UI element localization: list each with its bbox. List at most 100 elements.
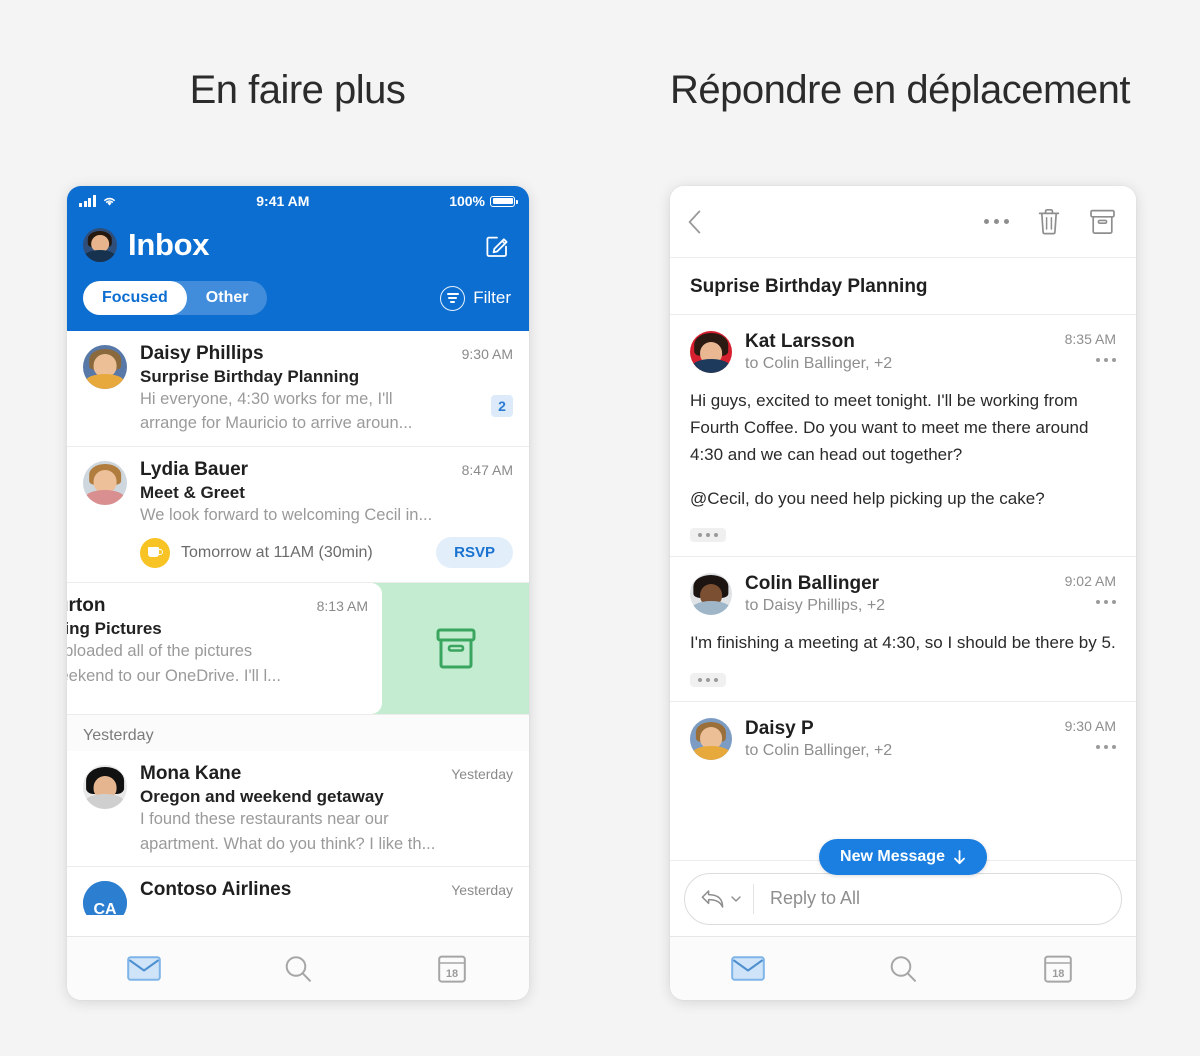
- avatar: CA: [83, 881, 127, 916]
- tab-focused[interactable]: Focused: [83, 281, 187, 315]
- tab-mail[interactable]: [670, 956, 825, 981]
- filter-button[interactable]: Filter: [440, 285, 511, 311]
- tab-search[interactable]: [825, 954, 980, 984]
- preview-line-2: ast weekend to our OneDrive. I'll l...: [67, 666, 281, 685]
- coffee-meeting-icon: [140, 537, 170, 568]
- search-icon: [285, 955, 311, 982]
- mail-icon: [127, 956, 161, 981]
- avatar: [690, 718, 732, 761]
- expand-quoted-text-icon[interactable]: [690, 528, 726, 543]
- archive-icon[interactable]: [1089, 209, 1116, 235]
- timestamp: 8:47 AM: [461, 461, 513, 478]
- tab-mail[interactable]: [67, 956, 221, 981]
- trash-icon[interactable]: [1037, 208, 1061, 235]
- recipients: to Colin Ballinger, +2: [745, 742, 893, 760]
- new-message-label: New Message: [840, 848, 945, 865]
- rsvp-button[interactable]: RSVP: [436, 537, 513, 569]
- swiped-message-card[interactable]: te Burton 8:13 AM Bonding Pictures cil, …: [67, 583, 382, 715]
- battery-percent-label: 100%: [449, 193, 485, 209]
- wifi-icon: [103, 197, 115, 206]
- sender-name: Kat Larsson: [745, 331, 855, 352]
- calendar-day-number: 18: [445, 968, 459, 980]
- timestamp: Yesterday: [451, 766, 513, 783]
- sender-name: Daisy P: [745, 718, 814, 740]
- avatar: [83, 460, 127, 505]
- reply-input-container[interactable]: Reply to All: [684, 872, 1122, 925]
- message-paragraph: I'm finishing a meeting at 4:30, so I sh…: [690, 633, 1116, 653]
- message-item[interactable]: Daisy P to Colin Ballinger, +2 9:30 AM: [670, 702, 1136, 775]
- timestamp: 9:02 AM: [1064, 573, 1116, 590]
- calendar-day-number: 18: [1052, 968, 1065, 980]
- message-item[interactable]: Colin Ballinger to Daisy Phillips, +2 9:…: [670, 557, 1136, 703]
- avatar: [690, 573, 732, 616]
- bottom-tab-bar[interactable]: 18: [67, 936, 529, 1000]
- list-item[interactable]: Daisy Phillips 9:30 AM Surprise Birthday…: [67, 331, 529, 447]
- bottom-tab-bar[interactable]: 18: [670, 936, 1136, 1000]
- more-options-icon[interactable]: [1065, 600, 1116, 605]
- swiped-list-item[interactable]: te Burton 8:13 AM Bonding Pictures cil, …: [67, 583, 529, 716]
- more-options-icon[interactable]: [1065, 358, 1116, 362]
- more-options-icon[interactable]: [1065, 745, 1116, 750]
- expand-quoted-text-icon[interactable]: [690, 673, 726, 688]
- search-icon: [890, 955, 916, 982]
- screenshot-root: En faire plus Répondre en déplacement 9:…: [0, 0, 1200, 1056]
- message-paragraph: @Cecil, do you need help picking up the …: [690, 488, 1045, 508]
- sender-name: Daisy Phillips: [140, 343, 264, 364]
- preview-line-2: apartment. What do you think? I like th.…: [140, 834, 436, 853]
- message-item[interactable]: Kat Larsson to Colin Ballinger, +2 8:35 …: [670, 315, 1136, 558]
- status-bar-left: [79, 195, 117, 207]
- compose-icon[interactable]: [485, 232, 511, 258]
- status-bar: 9:41 AM 100%: [67, 186, 529, 216]
- preview-line-1: I found these restaurants near our: [140, 810, 389, 829]
- message-list[interactable]: Daisy Phillips 9:30 AM Surprise Birthday…: [67, 331, 529, 916]
- focus-filter-row: Focused Other Filter: [67, 270, 529, 320]
- reply-input[interactable]: Reply to All: [754, 888, 860, 909]
- mail-icon: [730, 956, 765, 981]
- day-separator: Yesterday: [67, 715, 529, 752]
- list-item[interactable]: CA Contoso Airlines Yesterday: [67, 867, 529, 916]
- tab-other[interactable]: Other: [187, 281, 268, 315]
- subject-line: Meet & Greet: [140, 482, 245, 502]
- chevron-down-icon: [731, 895, 741, 902]
- cellular-signal-icon: [79, 195, 96, 207]
- more-options-icon[interactable]: [984, 219, 1009, 224]
- panel-title-left: En faire plus: [189, 68, 406, 112]
- avatar: [690, 331, 732, 373]
- tab-search[interactable]: [221, 954, 375, 984]
- focused-other-toggle[interactable]: Focused Other: [83, 281, 268, 315]
- message-paragraph: Hi guys, excited to meet tonight. I'll b…: [690, 391, 1089, 464]
- avatar: [83, 345, 127, 389]
- reply-mode-selector[interactable]: [685, 883, 754, 914]
- conversation-toolbar: [670, 186, 1136, 258]
- calendar-icon: 18: [1044, 954, 1073, 983]
- calendar-icon: 18: [438, 954, 466, 983]
- preview-line-1: We look forward to welcoming Cecil in...: [140, 505, 433, 524]
- filter-icon: [440, 285, 466, 311]
- status-bar-time: 9:41 AM: [256, 193, 310, 209]
- conversation-subject: Suprise Birthday Planning: [670, 258, 1136, 315]
- meeting-invite-row[interactable]: Tomorrow at 11AM (30min) RSVP: [67, 529, 529, 584]
- timestamp: 9:30 AM: [1064, 718, 1116, 735]
- timestamp: 8:35 AM: [1064, 331, 1116, 347]
- reply-all-icon: [701, 889, 724, 908]
- avatar: [83, 765, 127, 810]
- list-item[interactable]: Mona Kane Yesterday Oregon and weekend g…: [67, 751, 529, 868]
- timestamp: 8:13 AM: [316, 598, 368, 615]
- panel-title-right: Répondre en déplacement: [670, 68, 1130, 112]
- timestamp: 9:30 AM: [461, 346, 513, 362]
- inbox-title-row: Inbox: [67, 216, 529, 270]
- list-item[interactable]: Lydia Bauer 8:47 AM Meet & Greet We look…: [67, 446, 529, 530]
- preview-line-2: arrange for Mauricio to arrive aroun...: [140, 414, 413, 433]
- avatar-initials: CA: [83, 881, 127, 916]
- filter-label: Filter: [473, 288, 511, 307]
- archive-icon: [436, 628, 475, 669]
- archive-swipe-action[interactable]: [382, 583, 529, 714]
- status-bar-right: 100%: [449, 193, 518, 209]
- subject-line: Surprise Birthday Planning: [140, 367, 360, 386]
- account-avatar[interactable]: [83, 228, 117, 262]
- new-message-pill[interactable]: New Message: [819, 839, 987, 875]
- meeting-time-label: Tomorrow at 11AM (30min): [181, 543, 373, 561]
- tab-calendar[interactable]: 18: [375, 954, 529, 983]
- tab-calendar[interactable]: 18: [981, 954, 1136, 983]
- back-chevron-icon[interactable]: [688, 210, 701, 234]
